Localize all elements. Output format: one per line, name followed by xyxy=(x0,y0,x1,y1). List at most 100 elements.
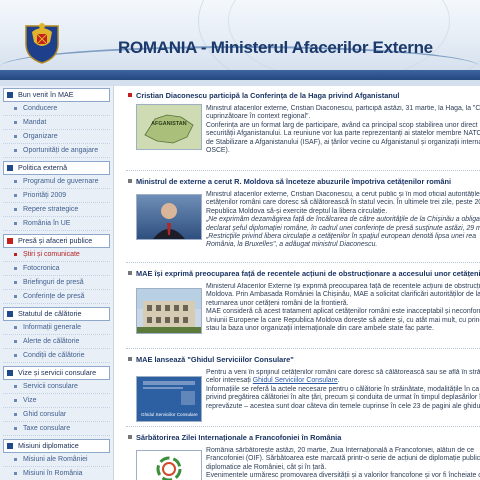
news-thumbnail-guide[interactable]: Ghidul Serviciilor Consulare xyxy=(136,376,202,422)
sidebar-navigation: Bun venit în MAE Conducere Mandat Organizar… xyxy=(0,86,114,480)
news-summary: România sărbătorește astăzi, 20 martie, … xyxy=(206,447,480,480)
news-divider xyxy=(126,170,480,171)
bullet-icon xyxy=(14,427,17,430)
news-summary-line: România, la Bruxelles", a adăugat minist… xyxy=(206,241,378,249)
news-summary-line: returnarea unor cetățeni români de la fr… xyxy=(206,299,349,307)
header-bar xyxy=(0,70,480,80)
news-summary-text: . xyxy=(337,377,340,385)
section-square-icon xyxy=(7,443,13,449)
news-summary: Ministerul Afacerilor Externe își exprim… xyxy=(206,283,480,333)
sidebar-item-label: Organizare xyxy=(23,133,58,140)
news-bullet-icon xyxy=(128,93,132,97)
sidebar-item-stiri-si-comunicate[interactable]: Știri și comunicate xyxy=(3,248,110,262)
news-summary: Ministrul afacerilor externe, Cristian D… xyxy=(206,105,480,155)
bullet-icon xyxy=(14,267,17,270)
sidebar-section-vize-si-servicii-consulare: Vize și servicii consulare Servicii consu… xyxy=(3,366,110,436)
sidebar-item-servicii-consulare[interactable]: Servicii consulare xyxy=(3,380,110,394)
bullet-icon xyxy=(14,107,17,110)
sidebar-item-label: Oportunități de angajare xyxy=(23,147,99,154)
sidebar-section-header[interactable]: Politica externă xyxy=(3,161,110,175)
sidebar-item-label: România în UE xyxy=(23,220,71,227)
bullet-icon xyxy=(14,253,17,256)
news-summary-line: celor interesați Ghidul Serviciilor Cons… xyxy=(206,377,480,385)
sidebar-item-label: Priorități 2009 xyxy=(23,192,67,199)
sidebar-section-header[interactable]: Vize și servicii consulare xyxy=(3,366,110,380)
sidebar-item-label: Fotocronica xyxy=(23,265,60,272)
sidebar-item-fotocronica[interactable]: Fotocronica xyxy=(3,262,110,276)
news-bullet-icon xyxy=(128,271,132,275)
sidebar-section-header[interactable]: Presă și afaceri publice xyxy=(3,234,110,248)
bullet-icon xyxy=(14,326,17,329)
sidebar-item-label: Alerte de călătorie xyxy=(23,338,80,345)
news-summary-line: România sărbătorește astăzi, 20 martie, … xyxy=(206,447,475,454)
news-summary-line: „Restricțiile privind libera circulație … xyxy=(206,233,477,241)
news-summary-line: Ministerul Afacerilor Externe își exprim… xyxy=(206,283,480,290)
bullet-icon xyxy=(14,354,17,357)
sidebar-item-label: Mandat xyxy=(23,119,47,126)
sidebar-item-label: Vize xyxy=(23,397,37,404)
section-square-icon xyxy=(7,238,13,244)
news-summary-line: de Stabilizare a Afganistanului (ISAF), … xyxy=(206,138,480,146)
sidebar-item-alerte-de-calatorie[interactable]: Alerte de călătorie xyxy=(3,335,110,349)
sidebar-item-misiuni-ale-romaniei[interactable]: Misiuni ale României xyxy=(3,453,110,467)
news-title-link[interactable]: MAE își exprimă preocuparea față de rece… xyxy=(128,268,480,279)
sidebar-item-label: Misiuni ale României xyxy=(23,456,88,463)
sidebar-item-repere-strategice[interactable]: Repere strategice xyxy=(3,203,110,217)
sidebar-section-politica-externa: Politica externă Programul de guvernare Pr… xyxy=(3,161,110,231)
news-divider xyxy=(126,426,480,427)
sidebar-item-label: Condiții de călătorie xyxy=(23,352,85,359)
sidebar-section-title: Vize și servicii consulare xyxy=(18,368,97,377)
sidebar-item-label: Servicii consulare xyxy=(23,383,78,390)
news-thumbnail-franco[interactable]: ORGANISATION xyxy=(136,450,202,480)
news-title-text: Ministrul de externe a cerut R. Moldova … xyxy=(136,177,452,186)
sidebar-item-prioritati-2009[interactable]: Priorități 2009 xyxy=(3,189,110,203)
news-title-link[interactable]: Sărbătorirea Zilei Internaționale a Fran… xyxy=(128,432,480,443)
sidebar-item-conducere[interactable]: Conducere xyxy=(3,102,110,116)
bullet-icon xyxy=(14,208,17,211)
news-summary-line: reprevăzute – acestea sunt doar câteva d… xyxy=(206,402,480,410)
section-square-icon xyxy=(7,370,13,376)
sidebar-section-header[interactable]: Misiuni diplomatice xyxy=(3,439,110,453)
sidebar-section-header[interactable]: Statutul de călătorie xyxy=(3,307,110,321)
sidebar-item-vize[interactable]: Vize xyxy=(3,394,110,408)
sidebar-item-label: Conferințe de presă xyxy=(23,293,85,300)
bullet-icon xyxy=(14,281,17,284)
sidebar-section-header[interactable]: Bun venit în MAE xyxy=(3,88,110,102)
bullet-icon xyxy=(14,295,17,298)
sidebar-item-informatii-generale[interactable]: Informații generale xyxy=(3,321,110,335)
sidebar-item-oportunitati-de-angajare[interactable]: Oportunități de angajare xyxy=(3,144,110,158)
sidebar-section-statutul-de-calatorie: Statutul de călătorie Informații generale… xyxy=(3,307,110,363)
news-thumbnail-portrait[interactable] xyxy=(136,194,202,240)
sidebar-item-taxe-consulare[interactable]: Taxe consulare xyxy=(3,422,110,436)
news-summary-line: stau la baza unor organizații internațio… xyxy=(206,325,434,333)
news-title-link[interactable]: MAE lansează "Ghidul Serviciilor Consula… xyxy=(128,354,480,365)
section-square-icon xyxy=(7,165,13,171)
map-label: AFGANISTAN xyxy=(151,121,187,127)
coat-of-arms-logo[interactable] xyxy=(22,20,62,64)
bullet-icon xyxy=(14,385,17,388)
news-summary-line: Republica Moldova să-și exercite dreptul… xyxy=(206,207,388,215)
news-title-link[interactable]: Cristian Diaconescu participă la Conferi… xyxy=(128,90,480,101)
sidebar-item-conferinte-de-presa[interactable]: Conferințe de presă xyxy=(3,290,110,304)
sidebar-item-briefinguri-de-presa[interactable]: Briefinguri de presă xyxy=(3,276,110,290)
news-summary-line: Moldova. Prin Ambasada României la Chiși… xyxy=(206,291,480,299)
sidebar-item-misiuni-in-romania[interactable]: Misiuni în România xyxy=(3,467,110,480)
news-summary-line: Conferința are un format larg de partici… xyxy=(206,121,478,129)
sidebar-item-programul-de-guvernare[interactable]: Programul de guvernare xyxy=(3,175,110,189)
news-thumbnail-building[interactable] xyxy=(136,288,202,334)
bullet-icon xyxy=(14,458,17,461)
news-thumbnail-map[interactable]: AFGANISTAN xyxy=(136,104,202,150)
sidebar-item-conditii-de-calatorie[interactable]: Condiții de călătorie xyxy=(3,349,110,363)
sidebar-item-organizare[interactable]: Organizare xyxy=(3,130,110,144)
consular-guide-link[interactable]: Ghidul Serviciilor Consulare xyxy=(253,377,338,384)
news-title-link[interactable]: Ministrul de externe a cerut R. Moldova … xyxy=(128,176,480,187)
sidebar-item-mandat[interactable]: Mandat xyxy=(3,116,110,130)
sidebar-section-title: Bun venit în MAE xyxy=(18,90,74,99)
sidebar-item-romania-in-ue[interactable]: România în UE xyxy=(3,217,110,231)
bullet-icon xyxy=(14,399,17,402)
news-item: MAE își exprimă preocuparea față de rece… xyxy=(118,268,480,334)
bullet-icon xyxy=(14,194,17,197)
sidebar-item-ghid-consular[interactable]: Ghid consular xyxy=(3,408,110,422)
news-summary-line: cuprinzătoare în context regional". xyxy=(206,113,311,121)
news-summary-line: Ministrul afacerilor externe, Cristian D… xyxy=(206,105,480,112)
